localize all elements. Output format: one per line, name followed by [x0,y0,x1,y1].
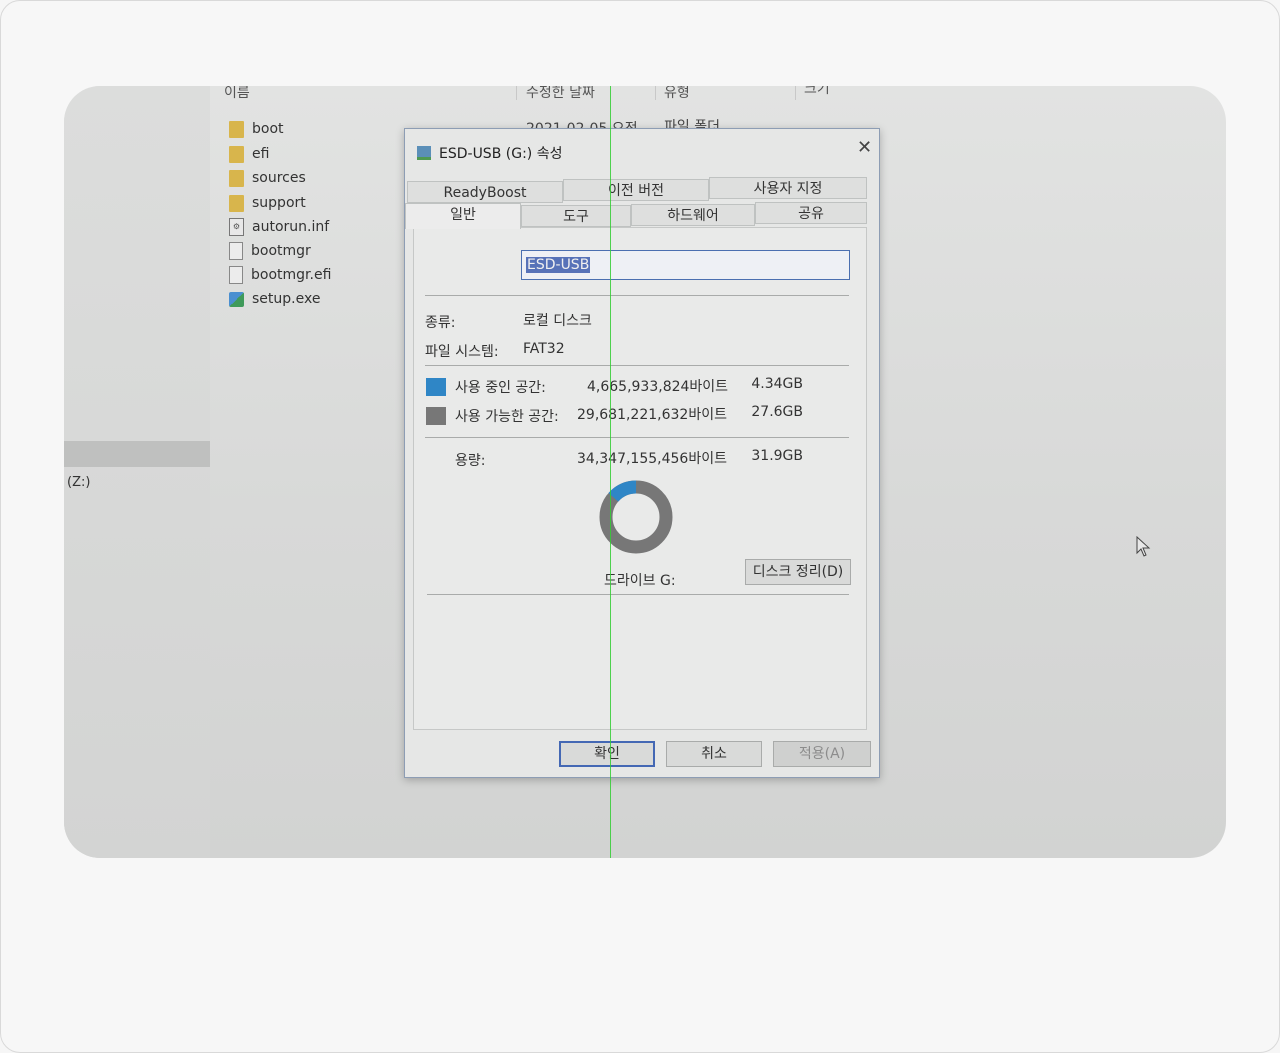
dialog-title: ESD-USB (G:) 속성 [439,146,563,162]
free-space-size: 27.6GB [751,404,803,420]
folder-icon [229,145,244,163]
drive-icon [417,146,431,160]
column-header-size[interactable]: 크기 [804,86,830,98]
column-header-name[interactable]: 이름 [224,86,250,102]
divider [425,295,849,296]
used-space-size: 4.34GB [751,376,803,392]
file-name: bootmgr [251,243,311,259]
free-space-bytes: 29,681,221,632바이트 [577,407,727,423]
setup-exe-icon [229,291,244,307]
column-separator[interactable] [655,86,656,100]
list-item[interactable]: bootmgr.efi [229,264,331,286]
used-space-bytes: 4,665,933,824바이트 [587,379,729,395]
nav-selected-item[interactable] [64,441,210,467]
list-item[interactable]: support [229,192,306,214]
file-name: boot [252,121,284,137]
divider [425,437,849,438]
type-value: 로컬 디스크 [523,313,592,329]
file-icon [229,242,243,260]
monitor-screen: (Z:) 이름 수정한 날짜 유형 크기 2021-02-05 오전... 파일… [64,86,1226,858]
apply-button[interactable]: 적용(A) [773,741,871,767]
volume-name-selected-text: ESD-USB [526,257,591,273]
used-space-swatch [426,378,446,396]
dialog-titlebar[interactable]: ESD-USB (G:) 속성 ✕ [405,129,879,167]
tab-general[interactable]: 일반 [405,203,521,229]
capacity-label: 용량: [455,453,486,469]
list-item[interactable]: ⚙ autorun.inf [229,216,329,238]
column-separator[interactable] [795,86,796,100]
file-name: support [252,195,306,211]
mouse-cursor-icon [1136,536,1151,557]
divider [425,365,849,366]
list-item[interactable]: setup.exe [229,288,320,310]
file-name: autorun.inf [252,219,330,235]
screen-artifact-line [610,86,611,858]
drive-label: 드라이브 G: [604,573,676,589]
file-name: efi [252,146,270,162]
tab-hardware[interactable]: 하드웨어 [631,204,755,226]
tab-tools[interactable]: 도구 [521,205,631,227]
list-item[interactable]: boot [229,118,284,140]
nav-drive-z[interactable]: (Z:) [67,475,90,490]
divider [427,594,849,595]
list-item[interactable]: bootmgr [229,240,311,262]
file-name: bootmgr.efi [251,267,332,283]
navigation-pane: (Z:) [64,86,210,858]
ok-button[interactable]: 확인 [559,741,655,767]
column-separator[interactable] [516,86,517,100]
close-icon[interactable]: ✕ [857,137,872,158]
folder-icon [229,194,244,212]
settings-file-icon: ⚙ [229,218,244,236]
tab-sharing[interactable]: 공유 [755,202,867,224]
column-header-type[interactable]: 유형 [664,86,690,102]
file-system-label: 파일 시스템: [425,344,499,360]
list-item[interactable]: efi [229,143,269,165]
file-icon [229,266,243,284]
tab-previous-versions[interactable]: 이전 버전 [563,179,709,201]
free-space-swatch [426,407,446,425]
cancel-button[interactable]: 취소 [666,741,762,767]
free-space-label: 사용 가능한 공간: [455,409,559,425]
file-name: sources [252,170,306,186]
file-name: setup.exe [252,291,321,307]
folder-icon [229,120,244,138]
capacity-bytes: 34,347,155,456바이트 [577,451,727,467]
file-system-value: FAT32 [523,341,565,357]
tab-readyboost[interactable]: ReadyBoost [407,181,563,203]
column-header-date[interactable]: 수정한 날짜 [526,86,595,102]
disk-cleanup-button[interactable]: 디스크 정리(D) [745,559,851,585]
properties-dialog: ESD-USB (G:) 속성 ✕ ReadyBoost 이전 버전 사용자 지… [404,128,880,778]
folder-icon [229,169,244,187]
used-space-label: 사용 중인 공간: [455,380,546,396]
type-label: 종류: [425,315,456,331]
list-item[interactable]: sources [229,167,306,189]
tab-customize[interactable]: 사용자 지정 [709,177,867,199]
volume-name-input[interactable]: ESD-USB [521,250,850,280]
capacity-size: 31.9GB [751,448,803,464]
